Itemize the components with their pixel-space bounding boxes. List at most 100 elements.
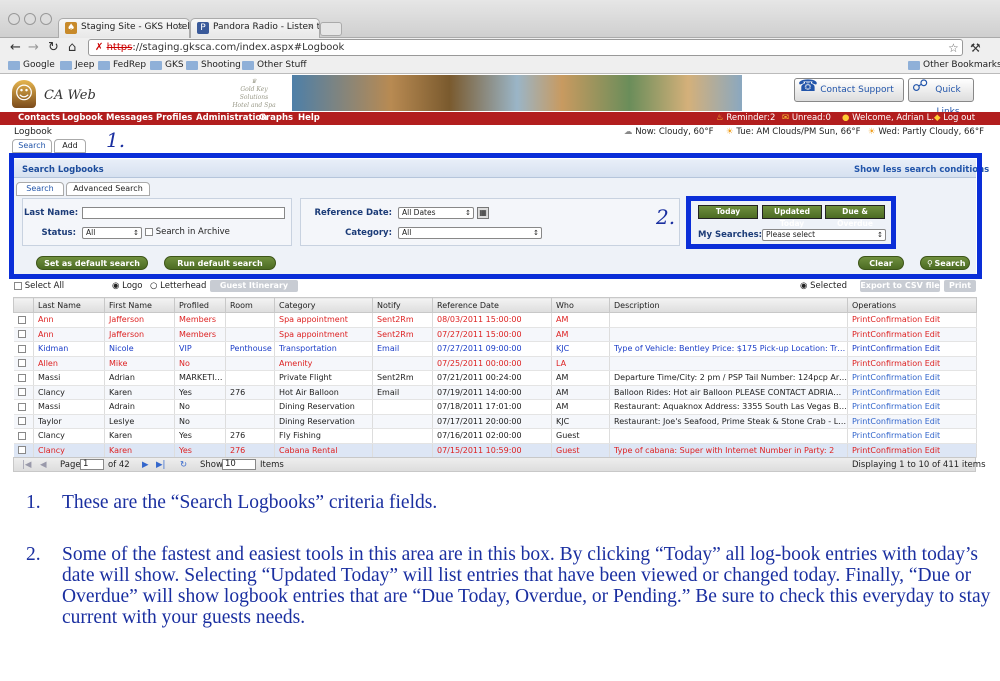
select-all-option[interactable]: Select All: [14, 281, 64, 291]
cell-operations[interactable]: PrintConfirmation Edit: [847, 312, 977, 328]
menu-contacts[interactable]: Contacts: [18, 113, 60, 124]
bookmark-other-stuff[interactable]: Other Stuff: [242, 60, 307, 70]
address-bar[interactable]: ✗ https://staging.gksca.com/index.aspx#L…: [88, 39, 963, 56]
table-row[interactable]: Clancy Karen Yes 276 Hot Air Balloon Email 07/…: [13, 385, 977, 400]
minimize-window-button[interactable]: [24, 13, 36, 25]
row-checkbox[interactable]: [17, 315, 26, 324]
letterhead-option[interactable]: ○ Letterhead: [150, 281, 206, 291]
star-bookmark-icon[interactable]: ☆: [948, 40, 959, 56]
close-tab-icon[interactable]: ×: [176, 22, 184, 32]
bookmark-gks[interactable]: GKS: [150, 60, 184, 70]
column-header-description[interactable]: Description: [609, 297, 848, 313]
cell-operations[interactable]: PrintConfirmation Edit: [847, 356, 977, 371]
bookmark-shooting[interactable]: Shooting: [186, 60, 241, 70]
row-checkbox[interactable]: [17, 402, 26, 411]
logout-link[interactable]: ◆ Log out: [934, 113, 975, 124]
bookmark-jeep[interactable]: Jeep: [60, 60, 94, 70]
welcome-user[interactable]: ● Welcome, Adrian L.: [842, 113, 934, 124]
menu-administration[interactable]: Administration: [196, 113, 267, 124]
table-row[interactable]: Clancy Karen Yes 276 Fly Fishing 07/16/2011 0…: [13, 428, 977, 444]
first-page-icon[interactable]: |◀: [22, 459, 31, 471]
cell-operations[interactable]: PrintConfirmation Edit: [847, 370, 977, 386]
row-checkbox[interactable]: [17, 373, 26, 382]
new-tab-button[interactable]: [320, 22, 342, 36]
print-button[interactable]: Print: [944, 280, 976, 292]
table-row[interactable]: Massi Adrain No Dining Reservation 07/18/201…: [13, 399, 977, 415]
row-select-cell: [13, 443, 34, 458]
guest-itinerary-button[interactable]: Guest Itinerary: [210, 280, 298, 292]
browser-tab-staging[interactable]: ♠ Staging Site - GKS Hotel | Lo ×: [58, 18, 190, 38]
row-checkbox[interactable]: [17, 388, 26, 397]
refresh-icon[interactable]: ↻: [180, 459, 187, 471]
quick-links-button[interactable]: ☍ Quick Links: [908, 76, 974, 117]
row-checkbox[interactable]: [17, 446, 26, 455]
row-checkbox[interactable]: [17, 330, 26, 339]
cell-reference-date: 07/18/2011 17:01:00: [432, 399, 552, 415]
menu-profiles[interactable]: Profiles: [156, 113, 192, 124]
page-size-select[interactable]: 10: [222, 459, 256, 470]
cell-operations[interactable]: PrintConfirmation Edit: [847, 385, 977, 400]
radio-selected-icon[interactable]: ◉: [800, 281, 807, 291]
table-row[interactable]: Ann Jafferson Members Spa appointment Sent2R…: [13, 327, 977, 342]
table-row[interactable]: Ann Jafferson Members Spa appointment Sent2R…: [13, 312, 977, 328]
column-header-first-name[interactable]: First Name: [104, 297, 175, 313]
cell-operations[interactable]: PrintConfirmation Edit: [847, 399, 977, 415]
cell-operations[interactable]: PrintConfirmation Edit: [847, 327, 977, 342]
cell-description: [609, 312, 848, 328]
table-row[interactable]: Massi Adrian MARKETING Private Flight Sent2R…: [13, 370, 977, 386]
home-icon[interactable]: ⌂: [68, 40, 76, 56]
wrench-icon[interactable]: ⚒: [970, 40, 981, 56]
menu-messages[interactable]: Messages: [106, 113, 153, 124]
column-header-reference-date[interactable]: Reference Date: [432, 297, 552, 313]
forward-arrow-icon[interactable]: →: [28, 40, 39, 56]
cell-operations[interactable]: PrintConfirmation Edit: [847, 341, 977, 357]
logo-option[interactable]: ◉ Logo: [112, 281, 143, 291]
zoom-window-button[interactable]: [40, 13, 52, 25]
cell-operations[interactable]: PrintConfirmation Edit: [847, 414, 977, 429]
contact-support-button[interactable]: ☎ Contact Support: [794, 76, 904, 102]
column-header-profiled[interactable]: Profiled: [174, 297, 226, 313]
row-checkbox[interactable]: [17, 344, 26, 353]
reload-icon[interactable]: ↻: [48, 40, 59, 56]
row-checkbox[interactable]: [17, 359, 26, 368]
cell-who: AM: [551, 370, 610, 386]
prev-page-icon[interactable]: ◀: [40, 459, 47, 471]
column-header-room[interactable]: Room: [225, 297, 275, 313]
table-row[interactable]: Allen Mike No Amenity 07/25/2011 00:00:00 LA P…: [13, 356, 977, 371]
bookmark-other-bookmarks[interactable]: Other Bookmarks: [908, 60, 1000, 70]
menu-logbook[interactable]: Logbook: [62, 113, 103, 124]
back-arrow-icon[interactable]: ←: [10, 40, 21, 56]
bookmark-fedrep[interactable]: FedRep: [98, 60, 146, 70]
logbook-table: Last Name First Name Profiled Room Categ…: [13, 297, 977, 458]
selected-option[interactable]: ◉ Selected: [800, 281, 847, 291]
tab-add[interactable]: Add: [54, 139, 86, 153]
row-checkbox[interactable]: [17, 431, 26, 440]
column-header-last-name[interactable]: Last Name: [33, 297, 105, 313]
column-header-notify[interactable]: Notify: [372, 297, 433, 313]
table-row[interactable]: Clancy Karen Yes 276 Cabana Rental 07/15/2011…: [13, 443, 977, 458]
last-page-icon[interactable]: ▶|: [156, 459, 165, 471]
export-csv-button[interactable]: Export to CSV file: [860, 280, 940, 292]
cell-operations[interactable]: PrintConfirmation Edit: [847, 428, 977, 444]
menu-graphs[interactable]: Graphs: [259, 113, 293, 124]
select-all-checkbox[interactable]: [14, 281, 22, 290]
radio-selected-icon[interactable]: ◉: [112, 281, 119, 291]
column-header-category[interactable]: Category: [274, 297, 373, 313]
reminder-link[interactable]: ♨ Reminder:2: [716, 113, 775, 124]
browser-tab-pandora[interactable]: P Pandora Radio - Listen to Fr ×: [190, 18, 320, 38]
cell-operations[interactable]: PrintConfirmation Edit: [847, 443, 977, 458]
column-header-who[interactable]: Who: [551, 297, 610, 313]
next-page-icon[interactable]: ▶: [142, 459, 149, 471]
menu-help[interactable]: Help: [298, 113, 320, 124]
table-row[interactable]: Taylor Leslye No Dining Reservation 07/17/20…: [13, 414, 977, 429]
row-checkbox[interactable]: [17, 417, 26, 426]
unread-link[interactable]: ✉ Unread:0: [782, 113, 831, 124]
table-row[interactable]: Kidman Nicole VIP Penthouse Transportation Em…: [13, 341, 977, 357]
bookmark-google[interactable]: Google: [8, 60, 55, 70]
page-number-input[interactable]: 1: [80, 459, 104, 470]
radio-empty-icon[interactable]: ○: [150, 281, 157, 291]
tab-title: Staging Site - GKS Hotel | Lo: [81, 22, 190, 32]
close-window-button[interactable]: [8, 13, 20, 25]
tab-search[interactable]: Search: [12, 139, 52, 153]
close-tab-icon[interactable]: ×: [306, 22, 314, 32]
